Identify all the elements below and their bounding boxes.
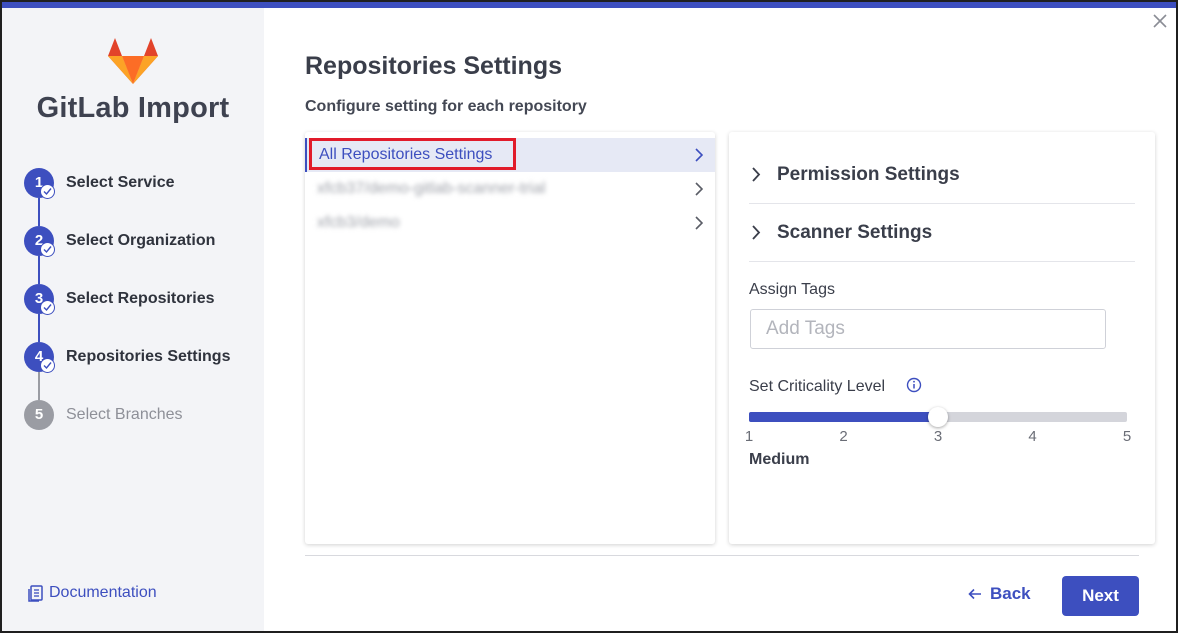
back-label: Back <box>990 584 1031 603</box>
check-icon <box>40 184 55 199</box>
documentation-label: Documentation <box>49 584 157 601</box>
repo-item[interactable]: xfcb3/demo <box>305 206 715 240</box>
info-icon[interactable] <box>906 377 922 393</box>
repository-list: All Repositories Settings xfcb37/demo-gi… <box>305 132 715 544</box>
slider-tick-label: 4 <box>1028 428 1037 445</box>
chevron-right-icon <box>695 148 703 162</box>
slider-tick-label: 2 <box>839 428 848 445</box>
repo-item-label: All Repositories Settings <box>319 146 493 163</box>
assign-tags-label: Assign Tags <box>749 281 835 298</box>
step-select-branches: 5 Select Branches <box>24 400 264 430</box>
chevron-right-icon <box>752 167 761 182</box>
page-subtitle: Configure setting for each repository <box>305 98 587 115</box>
check-icon <box>40 358 55 373</box>
document-icon <box>28 584 43 602</box>
check-icon <box>40 300 55 315</box>
next-button[interactable]: Next <box>1062 576 1139 616</box>
wizard-sidebar: GitLab Import 1 Select Service 2 Select … <box>2 8 264 631</box>
step-number: 5 <box>24 400 54 430</box>
step-label: Repositories Settings <box>66 348 231 365</box>
back-button[interactable]: Back <box>968 584 1031 604</box>
slider-thumb[interactable] <box>928 407 948 427</box>
criticality-label: Set Criticality Level <box>749 378 886 395</box>
permission-settings-title: Permission Settings <box>777 164 960 185</box>
check-icon <box>40 242 55 257</box>
repo-item-label: xfcb37/demo-gitlab-scanner-trial <box>317 180 546 197</box>
repo-item-label: xfcb3/demo <box>317 214 400 231</box>
page-title: Repositories Settings <box>305 52 562 80</box>
slider-tick-label: 5 <box>1122 428 1132 445</box>
arrow-left-icon <box>968 588 981 600</box>
step-label: Select Service <box>66 174 175 191</box>
scanner-settings-title: Scanner Settings <box>777 222 933 243</box>
step-select-service[interactable]: 1 Select Service <box>24 168 264 199</box>
scanner-settings-toggle[interactable]: Scanner Settings <box>749 204 1135 262</box>
chevron-right-icon <box>695 182 703 196</box>
tags-input[interactable] <box>750 309 1106 349</box>
documentation-link[interactable]: Documentation <box>28 584 157 602</box>
app-title: GitLab Import <box>36 92 230 124</box>
step-select-repositories[interactable]: 3 Select Repositories <box>24 284 264 315</box>
step-label: Select Branches <box>66 406 183 423</box>
slider-fill <box>749 412 938 422</box>
repo-item-all-settings[interactable]: All Repositories Settings <box>305 138 715 172</box>
settings-panel: Permission Settings Scanner Settings Ass… <box>729 132 1155 544</box>
footer-divider <box>305 555 1139 556</box>
gitlab-logo <box>108 38 158 84</box>
repo-item[interactable]: xfcb37/demo-gitlab-scanner-trial <box>305 172 715 206</box>
step-select-organization[interactable]: 2 Select Organization <box>24 226 264 257</box>
criticality-slider[interactable] <box>749 407 1127 427</box>
slider-tick-label: 1 <box>744 428 754 445</box>
slider-tick-label: 3 <box>933 428 943 445</box>
step-repositories-settings[interactable]: 4 Repositories Settings <box>24 342 264 373</box>
chevron-right-icon <box>752 225 761 240</box>
step-label: Select Repositories <box>66 290 215 307</box>
permission-settings-toggle[interactable]: Permission Settings <box>749 146 1135 204</box>
step-label: Select Organization <box>66 232 216 249</box>
close-icon[interactable] <box>1151 12 1169 30</box>
chevron-right-icon <box>695 216 703 230</box>
import-dialog: GitLab Import 1 Select Service 2 Select … <box>0 0 1178 633</box>
criticality-level-text: Medium <box>749 451 810 468</box>
